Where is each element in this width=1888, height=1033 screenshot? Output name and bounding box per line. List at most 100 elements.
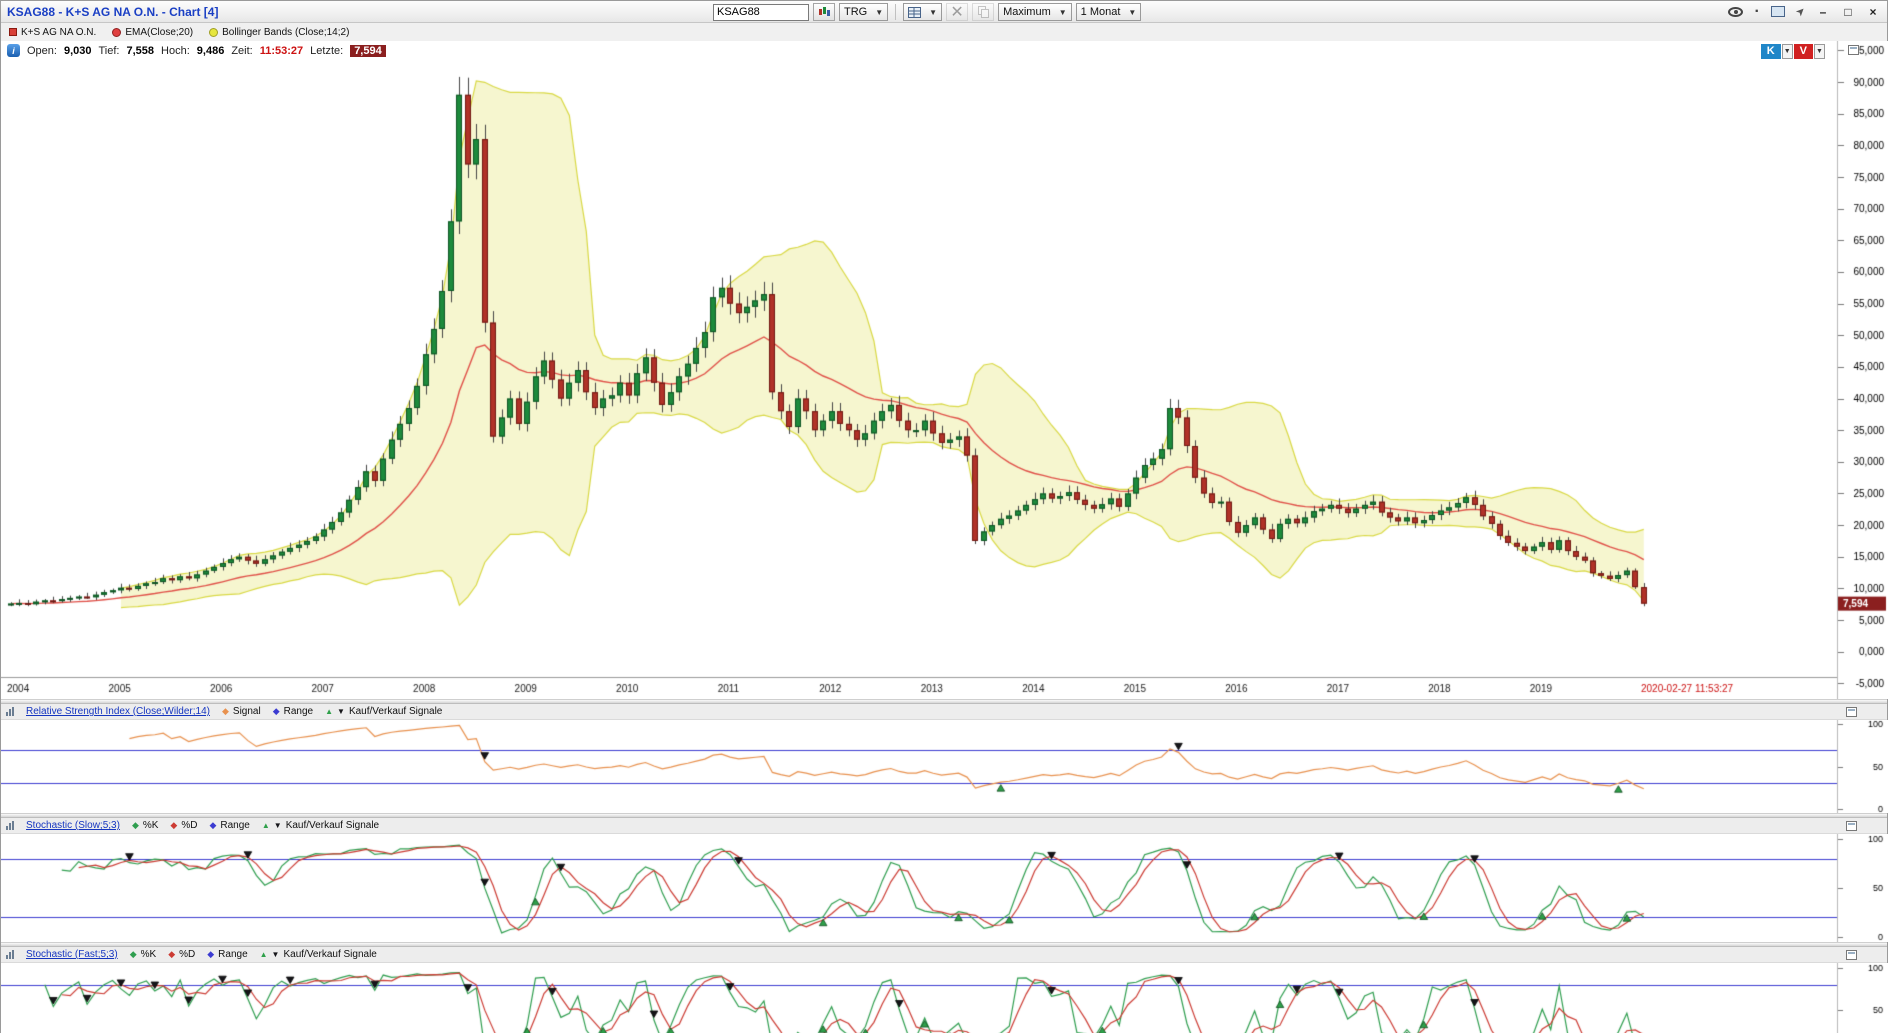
legend-item-percent-d: ◆ %D [170,820,197,831]
diamond-icon: ◆ [130,950,137,959]
maximize-button[interactable]: □ [1841,5,1855,19]
toolbar-separator [895,4,896,20]
open-value: 9,030 [64,45,92,57]
buy-triangle-icon: ▲ [260,951,268,959]
period-dropdown[interactable]: 1 Monat ▼ [1076,3,1142,21]
template-grid-dropdown[interactable]: ▼ [903,3,942,21]
copy-sheets-icon [978,6,989,18]
eye-icon[interactable] [1728,7,1743,17]
stochastic-slow-chart-canvas[interactable] [1,834,1888,942]
monitor-icon[interactable] [1771,6,1785,17]
sell-button[interactable]: V [1794,44,1813,59]
chart-settings-icon-button[interactable] [813,3,835,21]
legend-item-range: ◆ Range [209,820,249,831]
rsi-chart-canvas[interactable] [1,720,1888,813]
open-label: Open: [27,45,57,57]
low-label: Tief: [99,45,120,57]
price-chart-canvas[interactable] [1,41,1888,699]
diamond-icon: ◆ [273,707,280,716]
legend-item-bollinger: Bollinger Bands (Close;14;2) [209,27,349,38]
legend-item-range: ◆ Range [273,706,313,717]
indicator-icon [6,950,14,959]
chevron-down-icon: ▼ [1059,8,1067,17]
time-value: 11:53:27 [260,45,303,57]
quote-info-bar: i Open: 9,030 Tief: 7,558 Hoch: 9,486 Ze… [7,44,386,57]
minimize-button[interactable]: – [1816,5,1830,19]
stochastic-fast-panel-header: Stochastic (Fast;5;3) ◆ %K ◆ %D ◆ Range … [1,947,1887,963]
high-label: Hoch: [161,45,190,57]
legend-item-signals: ▲ ▼ Kauf/Verkauf Signale [262,820,379,831]
rsi-panel-title[interactable]: Relative Strength Index (Close;Wilder;14… [26,706,210,717]
indicator-icon [6,707,14,716]
window-title: KSAG88 - K+S AG NA O.N. - Chart [4] [1,5,218,19]
range-legend-label: Range [284,706,313,717]
chevron-down-icon: ▼ [929,8,937,17]
panel-maximize-icon[interactable] [1848,45,1859,55]
panel-maximize-icon[interactable] [1846,950,1857,960]
rsi-panel-header: Relative Strength Index (Close;Wilder;14… [1,704,1887,720]
panel-maximize-icon[interactable] [1846,707,1857,717]
series-legend-label: K+S AG NA O.N. [21,27,96,38]
sell-dropdown-arrow[interactable]: ▼ [1814,44,1825,59]
toolbar-controls: TRG ▼ ▼ ✕ Maximum [713,2,1141,22]
copy-icon-disabled [972,3,994,21]
window-controls: · ➤ – □ × [1728,3,1887,21]
legend-item-signal: ◆ Signal [222,706,261,717]
diamond-icon: ◆ [168,950,175,959]
period-label: 1 Monat [1081,6,1121,18]
trade-buttons: K ▼ V ▼ [1761,44,1825,59]
sell-triangle-icon: ▼ [274,822,282,830]
stochastic-fast-chart-canvas[interactable] [1,963,1888,1033]
sell-triangle-icon: ▼ [337,708,345,716]
percent-k-legend-label: %K [143,820,159,831]
diamond-icon: ◆ [209,821,216,830]
trg-dropdown[interactable]: TRG ▼ [839,3,888,21]
low-value: 7,558 [127,45,155,57]
symbol-input[interactable] [713,4,809,21]
buy-triangle-icon: ▲ [262,822,270,830]
candlestick-icon [818,6,831,18]
time-label: Zeit: [231,45,252,57]
pin-icon[interactable]: ➤ [1793,4,1809,20]
diamond-icon: ◆ [207,950,214,959]
chevron-down-icon: ▼ [875,8,883,17]
diamond-icon: ◆ [170,821,177,830]
diamond-icon: ◆ [222,707,229,716]
legend-item-range: ◆ Range [207,949,247,960]
buy-triangle-icon: ▲ [325,708,333,716]
bollinger-legend-label: Bollinger Bands (Close;14;2) [222,27,349,38]
series-marker-icon [9,28,17,36]
stochastic-slow-panel-title[interactable]: Stochastic (Slow;5;3) [26,820,120,831]
percent-d-legend-label: %D [179,949,195,960]
buy-button[interactable]: K [1761,44,1781,59]
last-value-chip: 7,594 [350,45,386,57]
application-window: KSAG88 - K+S AG NA O.N. - Chart [4] TRG … [0,0,1888,1033]
options-dot-icon: · [1754,3,1759,21]
legend-item-signals: ▲ ▼ Kauf/Verkauf Signale [325,706,442,717]
diamond-icon: ◆ [132,821,139,830]
legend-item-signals: ▲ ▼ Kauf/Verkauf Signale [260,949,377,960]
signals-legend-label: Kauf/Verkauf Signale [349,706,442,717]
legend-item-percent-k: ◆ %K [130,949,156,960]
percent-k-legend-label: %K [141,949,157,960]
indicator-icon [6,821,14,830]
ema-legend-label: EMA(Close;20) [125,27,193,38]
buy-dropdown-arrow[interactable]: ▼ [1782,44,1793,59]
title-toolbar: KSAG88 - K+S AG NA O.N. - Chart [4] TRG … [1,1,1887,23]
range-legend-label: Range [218,949,247,960]
high-value: 9,486 [197,45,225,57]
cut-icon-disabled: ✕ [946,3,968,21]
panel-maximize-icon[interactable] [1846,821,1857,831]
signals-legend-label: Kauf/Verkauf Signale [283,949,376,960]
info-icon: i [7,44,20,57]
close-button[interactable]: × [1866,5,1880,19]
last-label: Letzte: [310,45,343,57]
zoom-range-dropdown[interactable]: Maximum ▼ [998,3,1072,21]
chevron-down-icon: ▼ [1128,8,1136,17]
stochastic-fast-panel-title[interactable]: Stochastic (Fast;5;3) [26,949,118,960]
stochastic-slow-panel-header: Stochastic (Slow;5;3) ◆ %K ◆ %D ◆ Range … [1,818,1887,834]
signal-legend-label: Signal [233,706,261,717]
legend-item-percent-d: ◆ %D [168,949,195,960]
trg-dropdown-label: TRG [844,6,867,18]
range-legend-label: Range [220,820,249,831]
